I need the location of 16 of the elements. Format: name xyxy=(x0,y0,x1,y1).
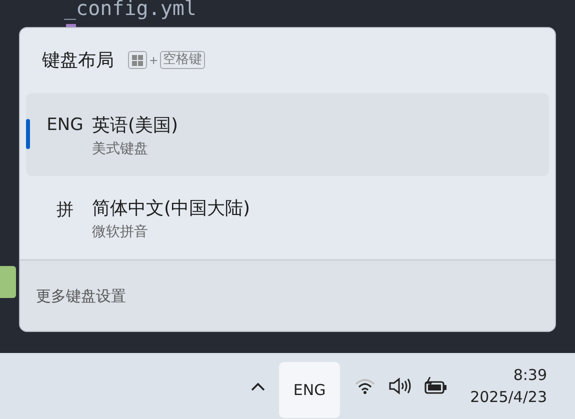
more-settings-link[interactable]: 更多键盘设置 xyxy=(36,286,126,306)
plus-sign: + xyxy=(149,54,158,66)
layout-name: 英语(美国) xyxy=(92,115,178,137)
keyboard-name: 微软拼音 xyxy=(92,223,149,241)
clock-date[interactable]: 2025/4/23 xyxy=(470,388,547,406)
layout-name: 简体中文(中国大陆) xyxy=(92,198,250,220)
language-button[interactable]: ENG xyxy=(279,362,340,418)
file-name[interactable]: _config.yml xyxy=(64,0,575,20)
layout-item[interactable]: ENG 英语(美国) 美式键盘 xyxy=(26,93,549,176)
clock-time[interactable]: 8:39 xyxy=(513,366,547,384)
layout-code: 拼 xyxy=(56,199,74,222)
keyboard-name: 美式键盘 xyxy=(92,140,149,158)
space-key: 空格键 xyxy=(160,51,206,69)
panel-title: 键盘布局 xyxy=(42,49,114,72)
layout-code: ENG xyxy=(46,115,84,137)
layout-item[interactable]: 拼 简体中文(中国大陆) 微软拼音 xyxy=(26,176,549,259)
